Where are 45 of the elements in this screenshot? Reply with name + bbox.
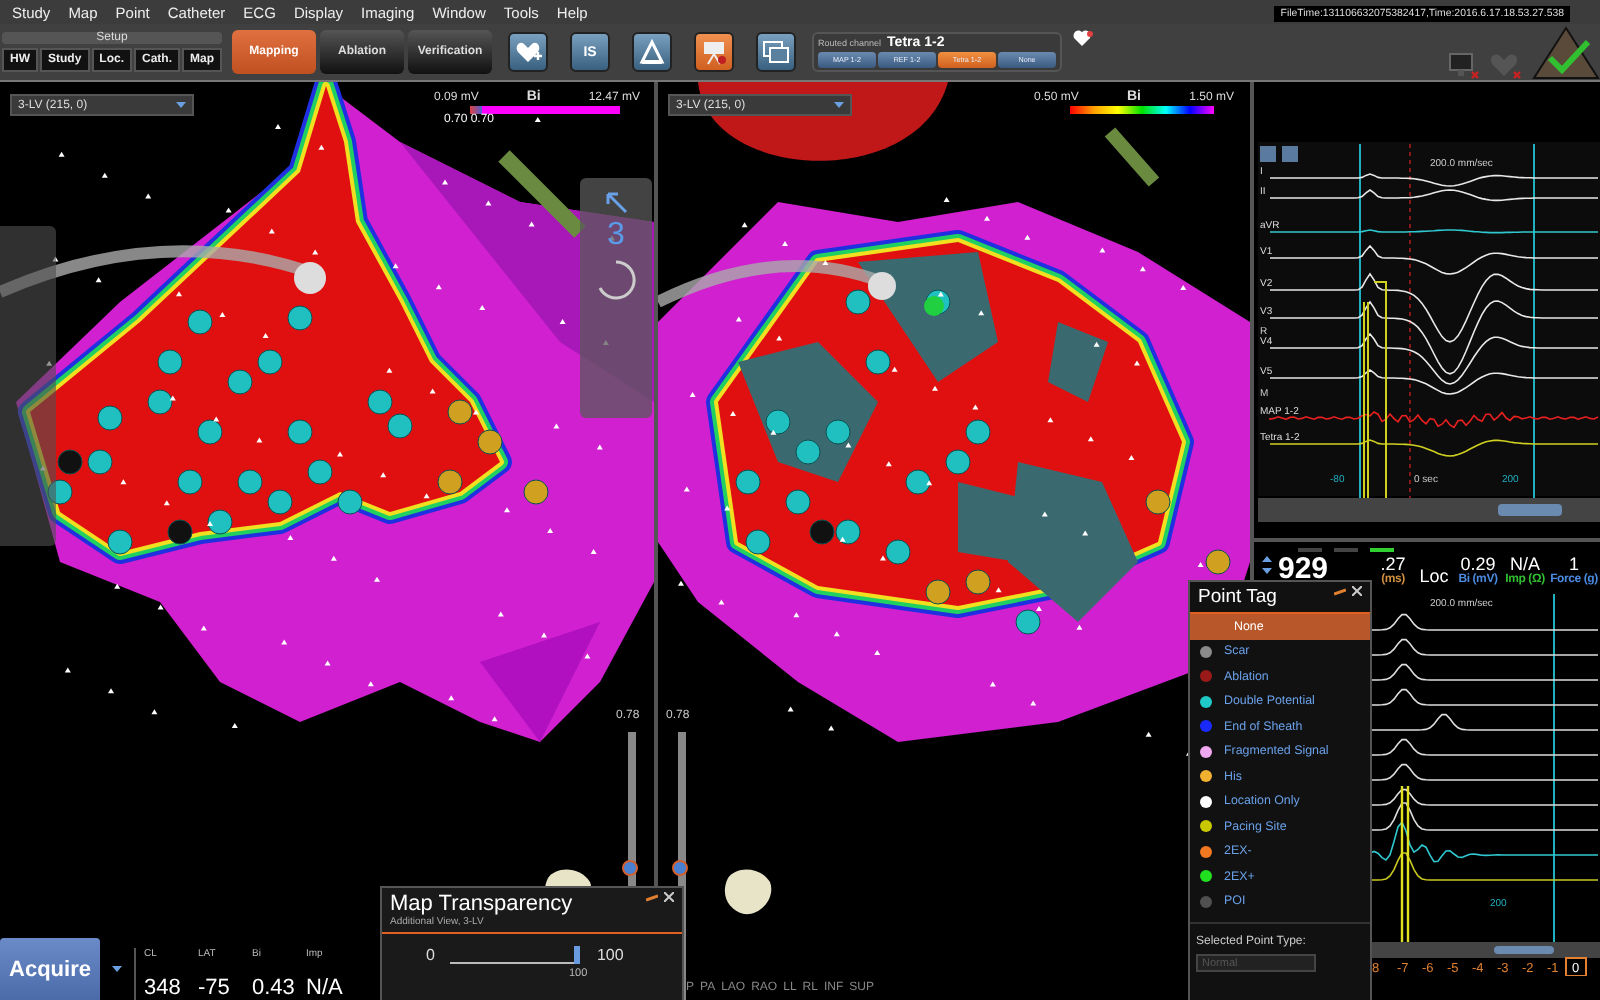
projector-icon <box>700 38 729 66</box>
heart-error-icon <box>1488 52 1524 80</box>
reading-value: 0.43 <box>252 976 297 1000</box>
monitor-error-icon <box>1448 52 1480 80</box>
scrollbar[interactable] <box>1258 498 1600 522</box>
pin-icon[interactable] <box>646 893 658 901</box>
acquire-button[interactable]: Acquire <box>0 938 100 1000</box>
reading-value: -75 <box>198 976 232 1000</box>
monitors-icon <box>762 38 791 66</box>
slider-min-label: 0 <box>426 946 435 964</box>
slider-thumb[interactable] <box>622 859 638 875</box>
indicator-bar <box>1298 548 1322 552</box>
caret-icon <box>834 102 844 108</box>
cycle-length-value: 929 <box>1278 552 1331 586</box>
heart-plus-button[interactable] <box>508 32 549 72</box>
arrow-icon <box>604 190 628 214</box>
rotation-dial-icon <box>594 258 638 302</box>
heart-plus-icon <box>514 38 543 66</box>
monitors-button[interactable] <box>756 32 797 72</box>
close-icon[interactable] <box>1352 586 1362 596</box>
heart-icon <box>1072 28 1097 48</box>
check-triangle-icon <box>1532 26 1600 80</box>
dialog-title: Point Tag <box>1198 586 1277 608</box>
indicator-bar <box>1334 548 1358 552</box>
slider-thumb[interactable] <box>574 946 581 964</box>
slider-thumb[interactable] <box>672 859 688 875</box>
caret-icon[interactable] <box>112 966 122 972</box>
signal-value: Loc <box>1419 566 1449 586</box>
indicator-bar <box>1370 548 1394 552</box>
orientation-number: 3 <box>607 218 625 254</box>
signal-value: 1 <box>1568 554 1579 574</box>
reading-value: N/A <box>306 976 345 1000</box>
color-scale-bar <box>1070 106 1214 114</box>
dialog-title: Map Transparency <box>390 892 573 916</box>
pin-icon[interactable] <box>1334 587 1346 595</box>
spinner-arrows-icon[interactable] <box>1262 556 1272 574</box>
heart-thumbnail-icon <box>720 866 776 918</box>
signal-value: .27 <box>1380 554 1406 574</box>
triangle-icon <box>638 38 667 66</box>
signal-value: N/A <box>1509 554 1540 574</box>
reading-value: 348 <box>144 976 183 1000</box>
signal-value: 0.29 <box>1460 554 1496 574</box>
close-icon[interactable] <box>664 892 674 902</box>
caret-icon <box>176 102 186 108</box>
slider-max-label: 100 <box>596 946 624 964</box>
